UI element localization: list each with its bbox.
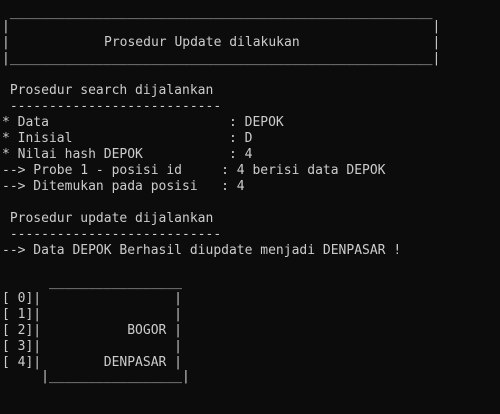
update-heading: Prosedur update dijalankan — [2, 211, 214, 226]
search-inisial-line: * Inisial : D — [2, 131, 253, 146]
search-heading: Prosedur search dijalankan — [2, 83, 214, 98]
search-data-line: * Data : DEPOK — [2, 115, 284, 130]
console-window: ________________________________________… — [0, 0, 500, 414]
banner-bottom-border: |_______________________________________… — [2, 51, 441, 66]
banner-title: Prosedur Update dilakukan — [104, 35, 300, 50]
search-rule: --------------------------- — [2, 99, 222, 114]
table-top-border: _________________ — [2, 275, 183, 290]
table-row: [ 2]| BOGOR | — [2, 323, 183, 338]
table-bottom-border: |_________________| — [2, 369, 190, 384]
update-result-line: --> Data DEPOK Berhasil diupdate menjadi… — [2, 243, 402, 258]
search-hash-line: * Nilai hash DEPOK : 4 — [2, 147, 253, 162]
table-row: [ 0]| | — [2, 291, 183, 306]
table-row: [ 1]| | — [2, 307, 183, 322]
update-rule: --------------------------- — [2, 227, 222, 242]
table-row: [ 3]| | — [2, 339, 183, 354]
banner-side-line: | | — [2, 19, 441, 34]
search-probe-line: --> Probe 1 - posisi id : 4 berisi data … — [2, 163, 386, 178]
search-found-line: --> Ditemukan pada posisi : 4 — [2, 179, 245, 194]
